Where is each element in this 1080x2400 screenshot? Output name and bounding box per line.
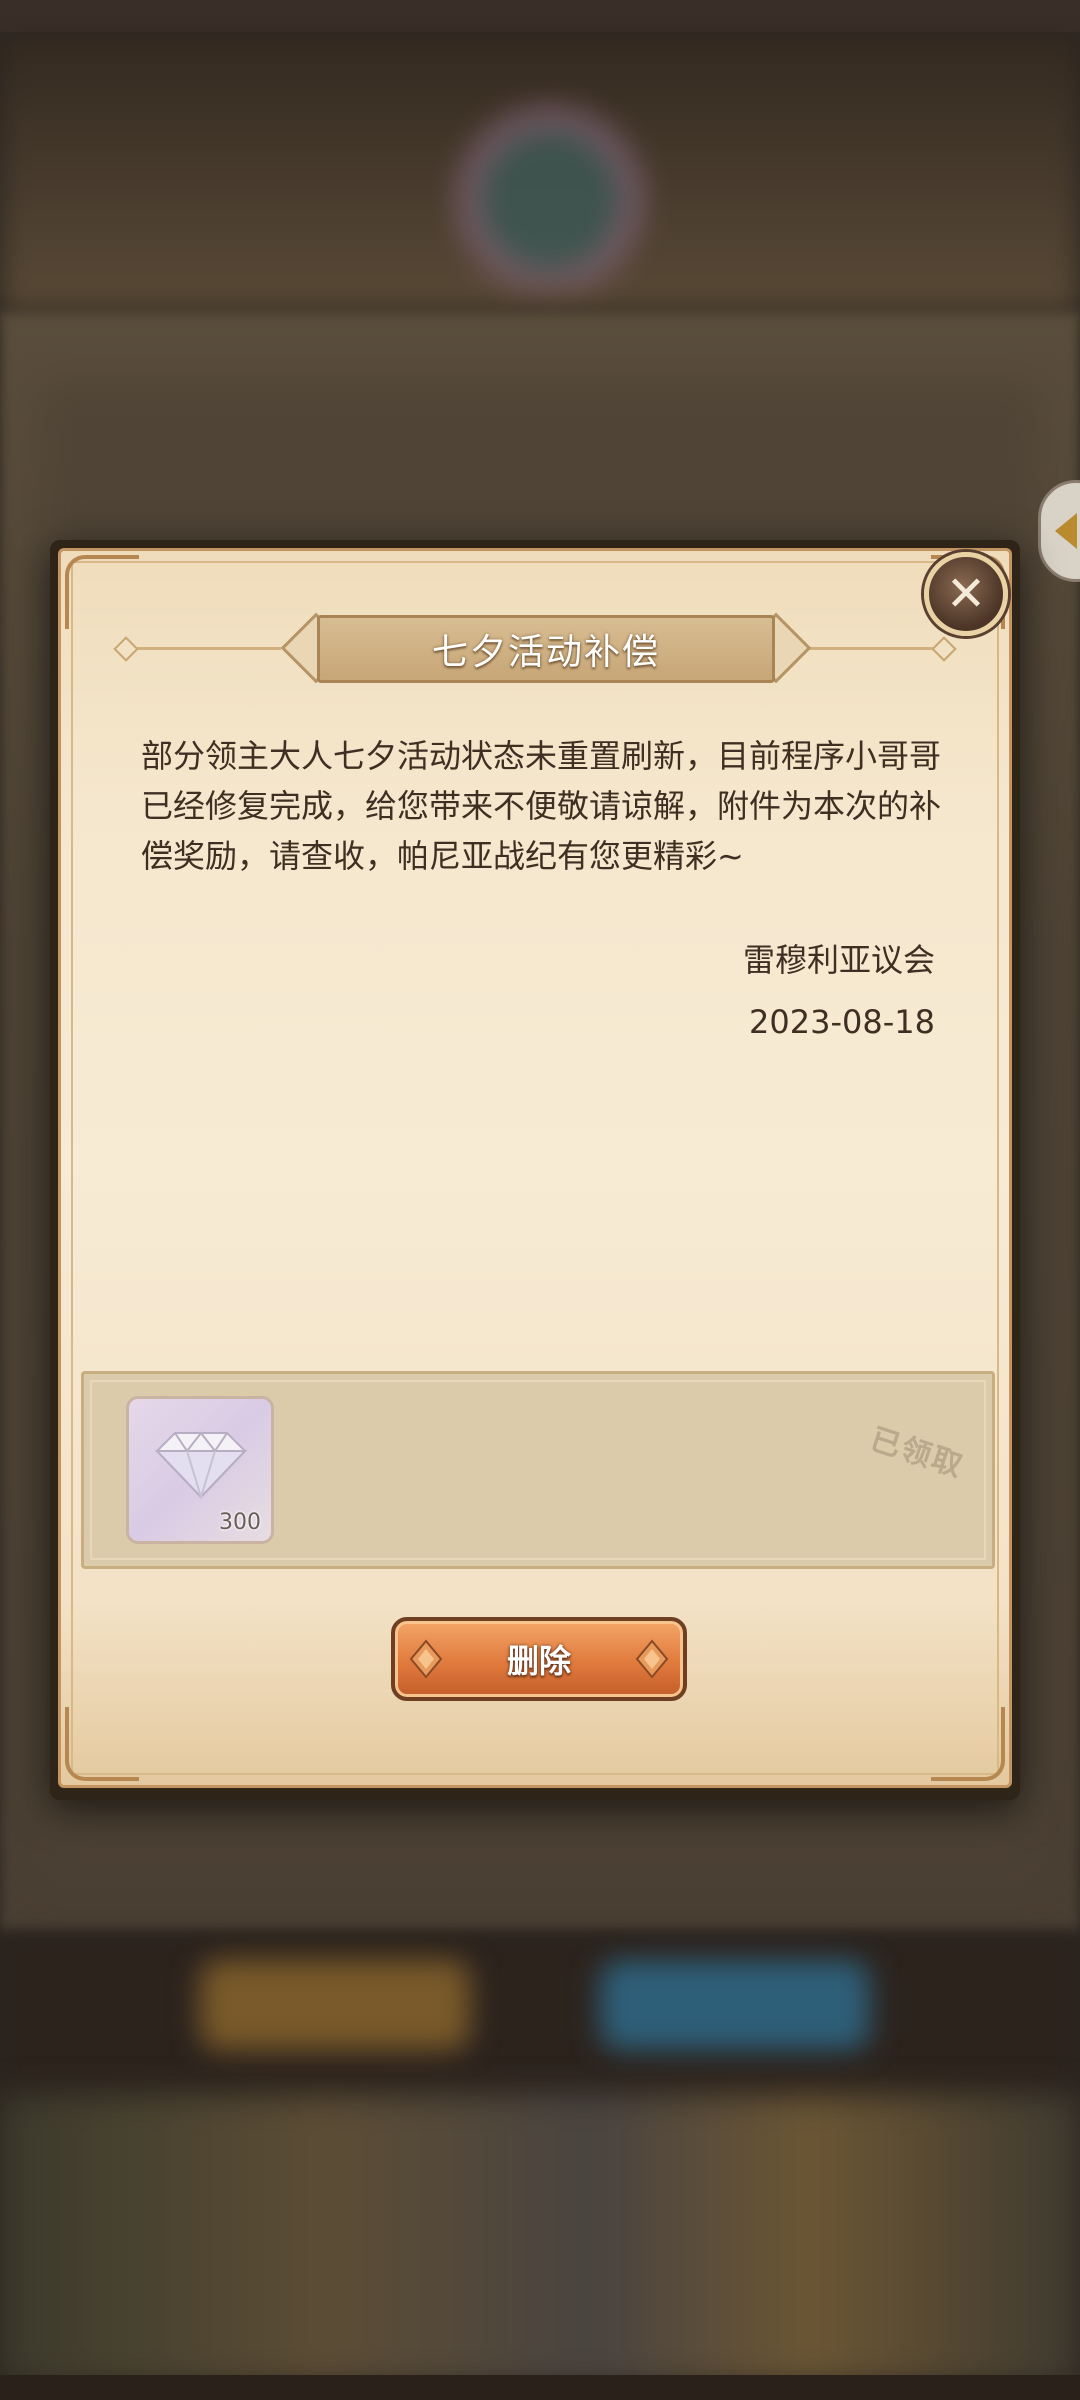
arrow-left-icon [1055, 513, 1077, 549]
title-ornament-line [789, 647, 949, 650]
corner-ornament [931, 1707, 1005, 1781]
mail-body: 部分领主大人七夕活动状态未重置刷新，目前程序小哥哥已经修复完成，给您带来不便敬请… [141, 737, 942, 875]
item-count: 300 [219, 1510, 261, 1535]
title-banner: 七夕活动补偿 [280, 609, 812, 689]
delete-button-label: 删除 [506, 1642, 571, 1680]
button-ornament-right [635, 1639, 669, 1679]
mail-sender: 雷穆利亚议会 [742, 941, 935, 979]
blurred-emblem [420, 90, 680, 290]
attachment-box: 300 已领取 [81, 1371, 995, 1569]
blurred-orange-button [200, 1960, 470, 2050]
attachment-item-slot[interactable]: 300 [126, 1396, 274, 1544]
blurred-bottom-nav [0, 2095, 1080, 2385]
corner-ornament [65, 1707, 139, 1781]
mail-date: 2023-08-18 [749, 1003, 935, 1041]
mail-dialog: 七夕活动补偿 部分领主大人七夕活动状态未重置刷新，目前程序小哥哥已经修复完成，给… [50, 540, 1020, 1800]
blurred-button-strip [0, 1935, 1080, 2095]
close-icon: ✕ [945, 566, 987, 622]
mail-title: 七夕活动补偿 [431, 632, 660, 673]
corner-ornament [65, 555, 139, 629]
title-plate: 七夕活动补偿 [317, 615, 775, 683]
diamond-icon [155, 1431, 247, 1499]
close-button[interactable]: ✕ [924, 552, 1008, 636]
button-ornament-left [409, 1639, 443, 1679]
delete-button[interactable]: 删除 [391, 1617, 687, 1701]
title-ornament-line [121, 647, 281, 650]
parchment-panel: 七夕活动补偿 部分领主大人七夕活动状态未重置刷新，目前程序小哥哥已经修复完成，给… [58, 548, 1012, 1788]
blurred-blue-button [600, 1960, 870, 2050]
status-bar [0, 0, 1080, 32]
bottom-edge [0, 2375, 1080, 2400]
